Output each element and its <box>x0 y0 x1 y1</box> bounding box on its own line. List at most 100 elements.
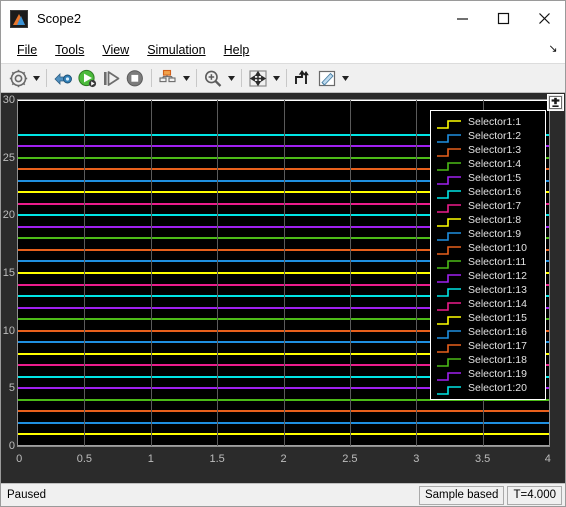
legend-item[interactable]: Selector1:14 <box>431 297 545 311</box>
annotation-chevron-down-icon[interactable] <box>339 66 351 90</box>
legend-item[interactable]: Selector1:7 <box>431 199 545 213</box>
legend-item-label: Selector1:1 <box>468 116 522 128</box>
legend-line-sample-icon <box>436 173 462 185</box>
legend-line-sample-icon <box>436 285 462 297</box>
status-bar: Paused Sample based T=4.000 <box>1 483 565 506</box>
legend-item[interactable]: Selector1:13 <box>431 283 545 297</box>
scope-window: Scope2 File Tools View Simulation Help ↘ <box>0 0 566 507</box>
legend-line-sample-icon <box>436 369 462 381</box>
legend-item[interactable]: Selector1:8 <box>431 213 545 227</box>
stop-icon[interactable] <box>123 66 147 90</box>
y-axis-tick-label: 15 <box>2 267 15 279</box>
grid-line-vertical <box>350 100 351 446</box>
legend-item-label: Selector1:19 <box>468 368 527 380</box>
configuration-properties-icon[interactable] <box>6 66 30 90</box>
menu-bar: File Tools View Simulation Help ↘ <box>1 37 565 63</box>
x-axis-tick-label: 0.5 <box>76 453 93 465</box>
legend-item[interactable]: Selector1:11 <box>431 255 545 269</box>
plot-outer: 0 5 10 15 20 25 30 Selector1:1 Selector1:2 Selec… <box>1 93 565 483</box>
legend-line-sample-icon <box>436 313 462 325</box>
legend[interactable]: Selector1:1 Selector1:2 Selector1:3 Selecto… <box>430 110 546 400</box>
legend-item-label: Selector1:7 <box>468 200 522 212</box>
layout-icon[interactable] <box>156 66 180 90</box>
legend-item[interactable]: Selector1:20 <box>431 381 545 395</box>
legend-item[interactable]: Selector1:6 <box>431 185 545 199</box>
menu-overflow-chevron-icon[interactable]: ↘ <box>547 43 559 55</box>
legend-line-sample-icon <box>436 243 462 255</box>
menu-file[interactable]: File <box>8 41 46 59</box>
legend-item[interactable]: Selector1:15 <box>431 311 545 325</box>
x-axis-tick-label: 4 <box>544 453 551 465</box>
menu-tools-label: Tools <box>55 43 85 57</box>
legend-line-sample-icon <box>436 383 462 395</box>
run-icon[interactable] <box>75 66 99 90</box>
legend-item[interactable]: Selector1:3 <box>431 143 545 157</box>
menu-tools[interactable]: Tools <box>46 41 93 59</box>
menu-simulation[interactable]: Simulation <box>138 41 214 59</box>
x-axis-tick-label: 2.5 <box>342 453 358 465</box>
legend-item[interactable]: Selector1:4 <box>431 157 545 171</box>
x-axis-tick-label: 0 <box>16 453 23 465</box>
legend-item[interactable]: Selector1:5 <box>431 171 545 185</box>
menu-view[interactable]: View <box>93 41 138 59</box>
window-title: Scope2 <box>37 11 82 26</box>
simulink-view-icon[interactable] <box>51 66 75 90</box>
legend-item-label: Selector1:20 <box>468 382 527 394</box>
legend-item-label: Selector1:14 <box>468 298 527 310</box>
legend-line-sample-icon <box>436 131 462 143</box>
legend-line-sample-icon <box>436 257 462 269</box>
legend-item[interactable]: Selector1:19 <box>431 367 545 381</box>
y-axis-labels: 0 5 10 15 20 25 30 <box>1 94 17 452</box>
legend-line-sample-icon <box>436 201 462 213</box>
maximize-button[interactable] <box>483 1 524 37</box>
legend-line-sample-icon <box>436 159 462 171</box>
autoscale-chevron-down-icon[interactable] <box>270 66 282 90</box>
legend-item-label: Selector1:17 <box>468 340 527 352</box>
layout-chevron-down-icon[interactable] <box>180 66 192 90</box>
legend-item-label: Selector1:4 <box>468 158 522 170</box>
annotation-icon[interactable] <box>315 66 339 90</box>
legend-item-label: Selector1:16 <box>468 326 527 338</box>
legend-item[interactable]: Selector1:9 <box>431 227 545 241</box>
cursor-measurements-icon[interactable] <box>291 66 315 90</box>
legend-item[interactable]: Selector1:1 <box>431 115 545 129</box>
grid-line-vertical <box>284 100 285 446</box>
toolbar-separator-2 <box>151 69 152 87</box>
grid-line-vertical <box>84 100 85 446</box>
legend-line-sample-icon <box>436 145 462 157</box>
step-forward-icon[interactable] <box>99 66 123 90</box>
legend-line-sample-icon <box>436 327 462 339</box>
legend-item-label: Selector1:9 <box>468 228 522 240</box>
y-axis-tick-label: 25 <box>2 151 15 164</box>
legend-item[interactable]: Selector1:2 <box>431 129 545 143</box>
scroll-lock-icon[interactable] <box>547 94 564 111</box>
legend-item[interactable]: Selector1:10 <box>431 241 545 255</box>
autoscale-icon[interactable] <box>246 66 270 90</box>
x-axis-labels: 0 0.5 1 1.5 2 2.5 3 3.5 4 <box>16 451 551 471</box>
y-axis-tick-label: 30 <box>2 94 15 106</box>
close-button[interactable] <box>524 1 565 37</box>
legend-item-label: Selector1:5 <box>468 172 522 184</box>
menu-simulation-label: Simulation <box>147 43 206 57</box>
x-axis-tick-label: 3 <box>413 453 420 465</box>
toolbar-separator-3 <box>196 69 197 87</box>
legend-item[interactable]: Selector1:17 <box>431 339 545 353</box>
legend-line-sample-icon <box>436 355 462 367</box>
zoom-in-chevron-down-icon[interactable] <box>225 66 237 90</box>
zoom-in-icon[interactable] <box>201 66 225 90</box>
legend-item[interactable]: Selector1:12 <box>431 269 545 283</box>
matlab-scope-icon <box>10 9 28 28</box>
menu-help-label: Help <box>223 43 250 57</box>
plot-canvas[interactable]: Selector1:1 Selector1:2 Selector1:3 Selecto… <box>17 99 550 447</box>
legend-item-label: Selector1:15 <box>468 312 527 324</box>
menu-help[interactable]: Help <box>215 41 259 59</box>
configuration-properties-chevron-down-icon[interactable] <box>30 66 42 90</box>
status-message: Paused <box>7 489 47 501</box>
legend-item[interactable]: Selector1:18 <box>431 353 545 367</box>
legend-item[interactable]: Selector1:16 <box>431 325 545 339</box>
grid-line-vertical <box>217 100 218 446</box>
menu-view-label: View <box>102 43 130 57</box>
minimize-button[interactable] <box>442 1 483 37</box>
legend-line-sample-icon <box>436 187 462 199</box>
y-axis-tick-label: 5 <box>8 382 15 395</box>
